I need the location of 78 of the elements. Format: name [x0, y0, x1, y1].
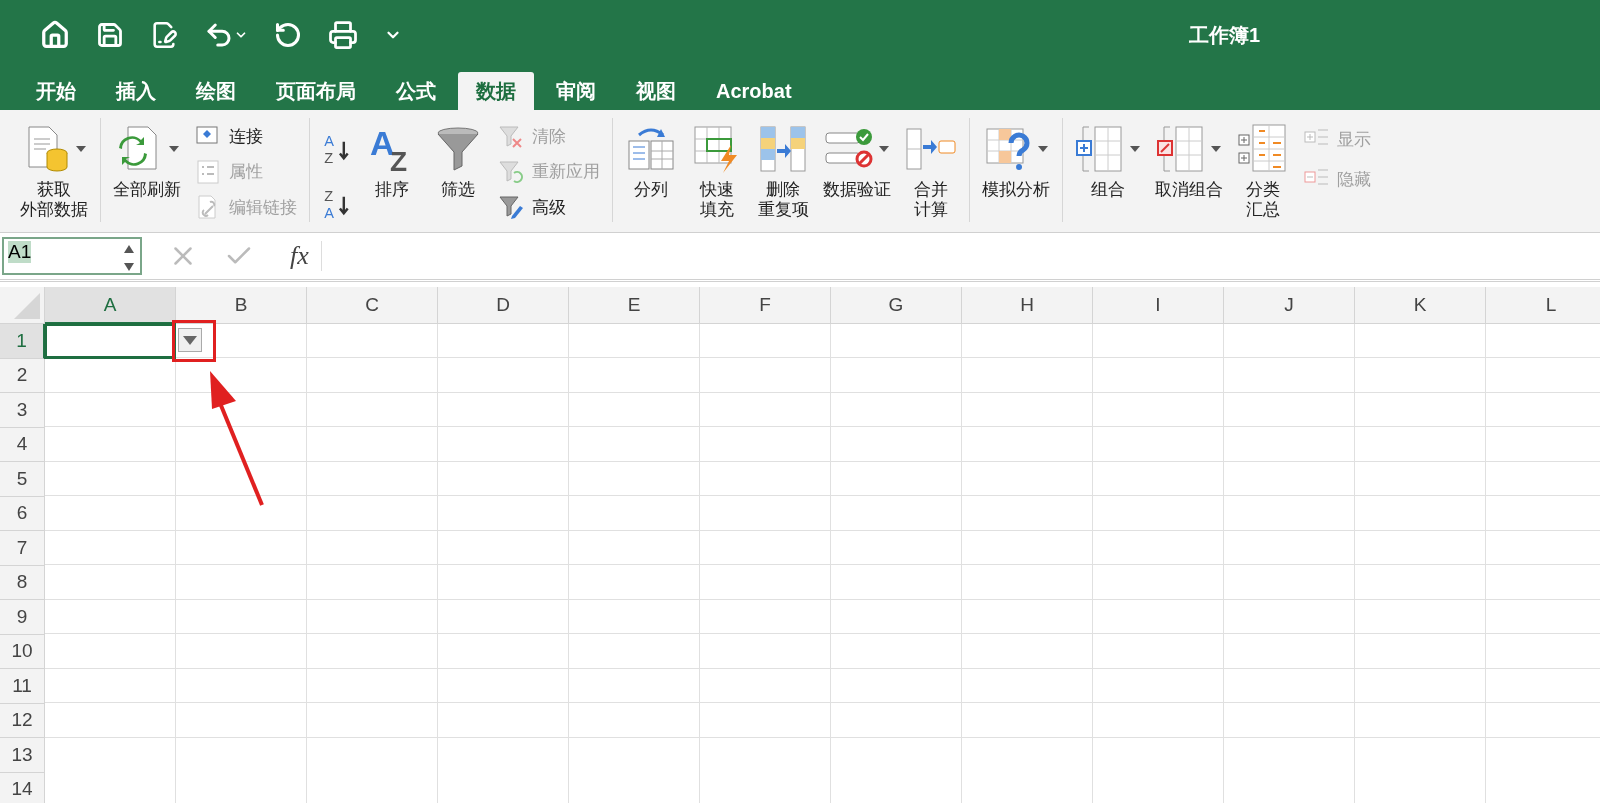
- ribbon-tab[interactable]: 视图: [618, 72, 694, 110]
- ribbon-tab[interactable]: 数据: [458, 72, 534, 110]
- remove-duplicates-icon: [757, 123, 809, 175]
- ribbon-button-label[interactable]: 排序: [375, 180, 409, 200]
- ribbon-command[interactable]: 连接: [195, 122, 297, 152]
- ribbon-button-label[interactable]: 重复项: [757, 200, 809, 220]
- window-title: 工作簿1: [1188, 22, 1260, 48]
- ribbon-button-label[interactable]: 组合: [1091, 180, 1125, 200]
- caret-icon[interactable]: [168, 145, 180, 153]
- ribbon-button-label[interactable]: 快速: [700, 180, 734, 200]
- ribbon-tab[interactable]: 插入: [98, 72, 174, 110]
- column-header[interactable]: E: [569, 287, 700, 324]
- ribbon-tab[interactable]: Acrobat: [698, 72, 810, 110]
- column-header[interactable]: K: [1355, 287, 1486, 324]
- column-header[interactable]: B: [176, 287, 307, 324]
- ribbon-button-label[interactable]: 模拟分析: [982, 180, 1050, 200]
- ribbon-tab[interactable]: 页面布局: [258, 72, 374, 110]
- home-icon[interactable]: [40, 20, 70, 50]
- save-icon[interactable]: [96, 21, 124, 49]
- ribbon-button-label[interactable]: 外部数据: [20, 200, 88, 220]
- row-header[interactable]: 6: [0, 496, 45, 531]
- ribbon-button-label[interactable]: 填充: [700, 200, 734, 220]
- ribbon-command[interactable]: 高级: [498, 192, 600, 222]
- list-dropdown-button[interactable]: [178, 328, 202, 352]
- redo-icon[interactable]: [274, 21, 302, 49]
- column-header[interactable]: G: [831, 287, 962, 324]
- row-header[interactable]: 7: [0, 531, 45, 566]
- ribbon-button-label[interactable]: 筛选: [441, 180, 475, 200]
- selected-cell[interactable]: [44, 323, 176, 359]
- column-header[interactable]: L: [1486, 287, 1600, 324]
- row-header[interactable]: 2: [0, 358, 45, 393]
- insert-function-button[interactable]: fx: [290, 241, 322, 271]
- caret-icon[interactable]: [1210, 145, 1222, 153]
- ribbon-button-label[interactable]: 合并: [914, 180, 948, 200]
- ribbon-button-label[interactable]: 获取: [37, 180, 71, 200]
- column-header[interactable]: J: [1224, 287, 1355, 324]
- column-header[interactable]: D: [438, 287, 569, 324]
- column-header[interactable]: F: [700, 287, 831, 324]
- column-header[interactable]: I: [1093, 287, 1224, 324]
- properties-icon: [195, 159, 221, 185]
- caret-icon[interactable]: [1037, 145, 1049, 153]
- caret-icon[interactable]: [75, 145, 87, 153]
- ribbon-tab[interactable]: 开始: [18, 72, 94, 110]
- caret-icon[interactable]: [183, 335, 197, 345]
- caret-icon[interactable]: [878, 145, 890, 153]
- row-header[interactable]: 1: [0, 324, 45, 359]
- ribbon-button-label[interactable]: 汇总: [1246, 200, 1280, 220]
- ribbon-button-label[interactable]: 全部刷新: [113, 180, 181, 200]
- row-header[interactable]: 13: [0, 738, 45, 773]
- row-header[interactable]: 3: [0, 393, 45, 428]
- edit-icon[interactable]: [150, 21, 178, 49]
- ribbon-button-label[interactable]: 数据验证: [823, 180, 891, 200]
- ribbon-tab[interactable]: 绘图: [178, 72, 254, 110]
- print-icon[interactable]: [328, 20, 358, 50]
- row-header[interactable]: 12: [0, 703, 45, 738]
- ribbon-button-label[interactable]: 分列: [634, 180, 668, 200]
- row-header[interactable]: 4: [0, 427, 45, 462]
- column-header[interactable]: H: [962, 287, 1093, 324]
- column-header[interactable]: A: [45, 287, 176, 324]
- ribbon-button-label[interactable]: 删除: [766, 180, 800, 200]
- ribbon-tab[interactable]: 审阅: [538, 72, 614, 110]
- row-header[interactable]: 11: [0, 669, 45, 704]
- subtotal-icon: [1237, 123, 1289, 175]
- row-header[interactable]: 14: [0, 772, 45, 803]
- row-header[interactable]: 8: [0, 565, 45, 600]
- ribbon-button-label[interactable]: 分类: [1246, 180, 1280, 200]
- ribbon-button-label[interactable]: 计算: [914, 200, 948, 220]
- row-header[interactable]: 5: [0, 462, 45, 497]
- clear-filter-icon: [498, 123, 524, 150]
- reapply-filter-icon: [498, 159, 524, 185]
- ribbon-button-label[interactable]: 取消组合: [1155, 180, 1223, 200]
- caret-icon[interactable]: [1129, 145, 1141, 153]
- ribbon-tab[interactable]: 公式: [378, 72, 454, 110]
- name-box[interactable]: A1: [2, 237, 142, 275]
- row-header[interactable]: 9: [0, 600, 45, 635]
- column-header[interactable]: C: [307, 287, 438, 324]
- row-header[interactable]: 10: [0, 634, 45, 669]
- advanced-filter-icon: [498, 194, 524, 221]
